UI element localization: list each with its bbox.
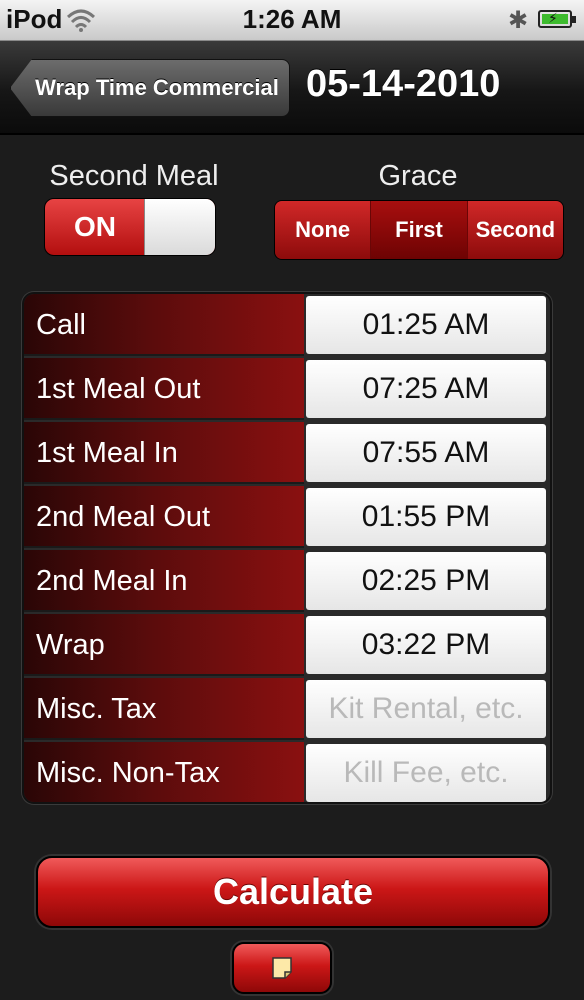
row-second-meal-in: 2nd Meal In 02:25 PM — [24, 550, 550, 612]
row-first-meal-out: 1st Meal Out 07:25 AM — [24, 358, 550, 420]
second-meal-out-field[interactable]: 01:55 PM — [306, 488, 546, 546]
calculate-button[interactable]: Calculate — [36, 856, 550, 928]
first-meal-in-field[interactable]: 07:55 AM — [306, 424, 546, 482]
second-meal-out-label: 2nd Meal Out — [24, 486, 304, 548]
first-meal-in-label: 1st Meal In — [24, 422, 304, 484]
row-call: Call 01:25 AM — [24, 294, 550, 356]
page-title: 05-14-2010 — [306, 63, 501, 105]
second-meal-in-field[interactable]: 02:25 PM — [306, 552, 546, 610]
grace-segment-second[interactable]: Second — [467, 201, 563, 259]
second-meal-in-label: 2nd Meal In — [24, 550, 304, 612]
battery-icon: ⚡ — [538, 10, 576, 28]
misc-non-tax-label: Misc. Non-Tax — [24, 742, 304, 802]
row-wrap: Wrap 03:22 PM — [24, 614, 550, 676]
status-time: 1:26 AM — [242, 4, 342, 34]
note-icon — [272, 957, 292, 979]
navigation-bar: Wrap Time Commercial 05-14-2010 — [0, 41, 584, 135]
switch-knob[interactable] — [144, 199, 215, 255]
wrap-field[interactable]: 03:22 PM — [306, 616, 546, 674]
misc-tax-label: Misc. Tax — [24, 678, 304, 740]
call-field[interactable]: 01:25 AM — [306, 296, 546, 354]
switch-state-label: ON — [74, 211, 116, 242]
row-second-meal-out: 2nd Meal Out 01:55 PM — [24, 486, 550, 548]
first-meal-out-field[interactable]: 07:25 AM — [306, 360, 546, 418]
grace-segment-none[interactable]: None — [275, 201, 372, 259]
grace-label: Grace — [378, 160, 458, 192]
row-misc-non-tax: Misc. Non-Tax Kill Fee, etc. — [24, 742, 550, 802]
time-entry-table: Call 01:25 AM 1st Meal Out 07:25 AM 1st … — [22, 292, 552, 804]
misc-non-tax-field[interactable]: Kill Fee, etc. — [306, 744, 546, 802]
grace-segment-first[interactable]: First — [371, 201, 468, 259]
row-misc-tax: Misc. Tax Kit Rental, etc. — [24, 678, 550, 740]
second-meal-switch[interactable]: ON — [44, 198, 216, 256]
row-first-meal-in: 1st Meal In 07:55 AM — [24, 422, 550, 484]
back-button[interactable]: Wrap Time Commercial — [10, 59, 290, 117]
status-bar: iPod 1:26 AM ✱ ⚡ — [0, 0, 584, 41]
grace-segmented-control: None First Second — [274, 200, 564, 260]
bluetooth-icon: ✱ — [508, 7, 529, 34]
second-meal-label: Second Meal — [49, 160, 219, 192]
wrap-label: Wrap — [24, 614, 304, 676]
notes-button[interactable] — [232, 942, 332, 994]
call-label: Call — [24, 294, 304, 356]
first-meal-out-label: 1st Meal Out — [24, 358, 304, 420]
misc-tax-field[interactable]: Kit Rental, etc. — [306, 680, 546, 738]
